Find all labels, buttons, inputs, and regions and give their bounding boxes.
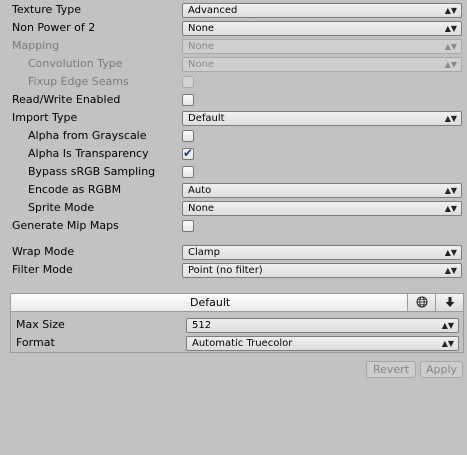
mapping-label: Mapping	[12, 39, 60, 52]
wrap-mode-value: Clamp	[188, 247, 220, 258]
import-type-row: Import Type Default ▲▼	[0, 109, 467, 127]
non-power-of-2-label: Non Power of 2	[12, 21, 96, 34]
checkmark-icon: ✔	[183, 146, 194, 160]
sprite-mode-dropdown[interactable]: None ▲▼	[182, 201, 462, 216]
apply-button[interactable]: Apply	[420, 361, 463, 378]
encode-as-rgbm-row: Encode as RGBM Auto ▲▼	[0, 181, 467, 199]
updown-arrow-icon: ▲▼	[441, 339, 454, 348]
sprite-mode-label: Sprite Mode	[28, 201, 95, 214]
convolution-type-dropdown: None ▲▼	[182, 57, 462, 72]
fixup-edge-seams-row: Fixup Edge Seams	[0, 73, 467, 91]
non-power-of-2-row: Non Power of 2 None ▲▼	[0, 19, 467, 37]
encode-as-rgbm-value: Auto	[188, 185, 212, 196]
updown-arrow-icon: ▲▼	[444, 114, 457, 123]
fixup-edge-seams-checkbox	[182, 76, 194, 88]
convolution-type-value: None	[188, 59, 215, 70]
bypass-srgb-label: Bypass sRGB Sampling	[28, 165, 156, 178]
generate-mip-maps-checkbox[interactable]	[182, 220, 194, 232]
tab-standalone[interactable]	[407, 294, 435, 311]
updown-arrow-icon: ▲▼	[441, 321, 454, 330]
tab-default[interactable]: Default	[190, 296, 230, 309]
max-size-value: 512	[192, 320, 212, 331]
read-write-enabled-label: Read/Write Enabled	[12, 93, 121, 106]
bypass-srgb-checkbox[interactable]	[182, 166, 194, 178]
alpha-from-grayscale-checkbox[interactable]	[182, 130, 194, 142]
globe-icon	[416, 296, 427, 308]
alpha-is-transparency-checkbox[interactable]: ✔	[182, 146, 194, 160]
encode-as-rgbm-label: Encode as RGBM	[28, 183, 122, 196]
sprite-mode-value: None	[188, 203, 215, 214]
mapping-dropdown: None ▲▼	[182, 39, 462, 54]
alpha-is-transparency-label: Alpha Is Transparency	[28, 147, 149, 160]
wrap-mode-dropdown[interactable]: Clamp ▲▼	[182, 245, 462, 260]
fixup-edge-seams-label: Fixup Edge Seams	[28, 75, 129, 88]
max-size-row: Max Size 512 ▲▼	[11, 316, 463, 334]
filter-mode-row: Filter Mode Point (no filter) ▲▼	[0, 261, 467, 279]
download-icon	[445, 297, 454, 307]
texture-type-row: Texture Type Advanced ▲▼	[0, 1, 467, 19]
updown-arrow-icon: ▲▼	[444, 266, 457, 275]
updown-arrow-icon: ▲▼	[444, 42, 457, 51]
max-size-label: Max Size	[16, 318, 65, 331]
bypass-srgb-row: Bypass sRGB Sampling	[0, 163, 467, 181]
updown-arrow-icon: ▲▼	[444, 204, 457, 213]
encode-as-rgbm-dropdown[interactable]: Auto ▲▼	[182, 183, 462, 198]
filter-mode-dropdown[interactable]: Point (no filter) ▲▼	[182, 263, 462, 278]
tab-download[interactable]	[435, 294, 463, 311]
convolution-type-row: Convolution Type None ▲▼	[0, 55, 467, 73]
alpha-from-grayscale-row: Alpha from Grayscale	[0, 127, 467, 145]
texture-type-dropdown[interactable]: Advanced ▲▼	[182, 3, 462, 18]
import-type-value: Default	[188, 113, 225, 124]
mapping-value: None	[188, 41, 215, 52]
format-value: Automatic Truecolor	[192, 338, 293, 349]
sprite-mode-row: Sprite Mode None ▲▼	[0, 199, 467, 217]
updown-arrow-icon: ▲▼	[444, 186, 457, 195]
filter-mode-value: Point (no filter)	[188, 265, 263, 276]
updown-arrow-icon: ▲▼	[444, 60, 457, 69]
import-type-label: Import Type	[12, 111, 78, 124]
format-dropdown[interactable]: Automatic Truecolor ▲▼	[186, 336, 459, 351]
import-type-dropdown[interactable]: Default ▲▼	[182, 111, 462, 126]
updown-arrow-icon: ▲▼	[444, 24, 457, 33]
mapping-row: Mapping None ▲▼	[0, 37, 467, 55]
updown-arrow-icon: ▲▼	[444, 6, 457, 15]
format-row: Format Automatic Truecolor ▲▼	[11, 334, 463, 352]
read-write-enabled-checkbox[interactable]	[182, 94, 194, 106]
filter-mode-label: Filter Mode	[12, 263, 73, 276]
texture-type-value: Advanced	[188, 5, 238, 16]
wrap-mode-row: Wrap Mode Clamp ▲▼	[0, 243, 467, 261]
max-size-dropdown[interactable]: 512 ▲▼	[186, 318, 459, 333]
alpha-from-grayscale-label: Alpha from Grayscale	[28, 129, 147, 142]
convolution-type-label: Convolution Type	[28, 57, 123, 70]
read-write-enabled-row: Read/Write Enabled	[0, 91, 467, 109]
platform-tab-bar: Default	[11, 294, 463, 312]
format-label: Format	[16, 336, 55, 349]
platform-settings-panel: Default Max Size 512 ▲▼ Format Automatic…	[10, 293, 464, 353]
non-power-of-2-value: None	[188, 23, 215, 34]
texture-type-label: Texture Type	[12, 3, 82, 16]
generate-mip-maps-label: Generate Mip Maps	[12, 219, 119, 232]
updown-arrow-icon: ▲▼	[444, 248, 457, 257]
non-power-of-2-dropdown[interactable]: None ▲▼	[182, 21, 462, 36]
alpha-is-transparency-row: Alpha Is Transparency ✔	[0, 145, 467, 163]
revert-button[interactable]: Revert	[366, 361, 416, 378]
generate-mip-maps-row: Generate Mip Maps	[0, 217, 467, 235]
wrap-mode-label: Wrap Mode	[12, 245, 75, 258]
